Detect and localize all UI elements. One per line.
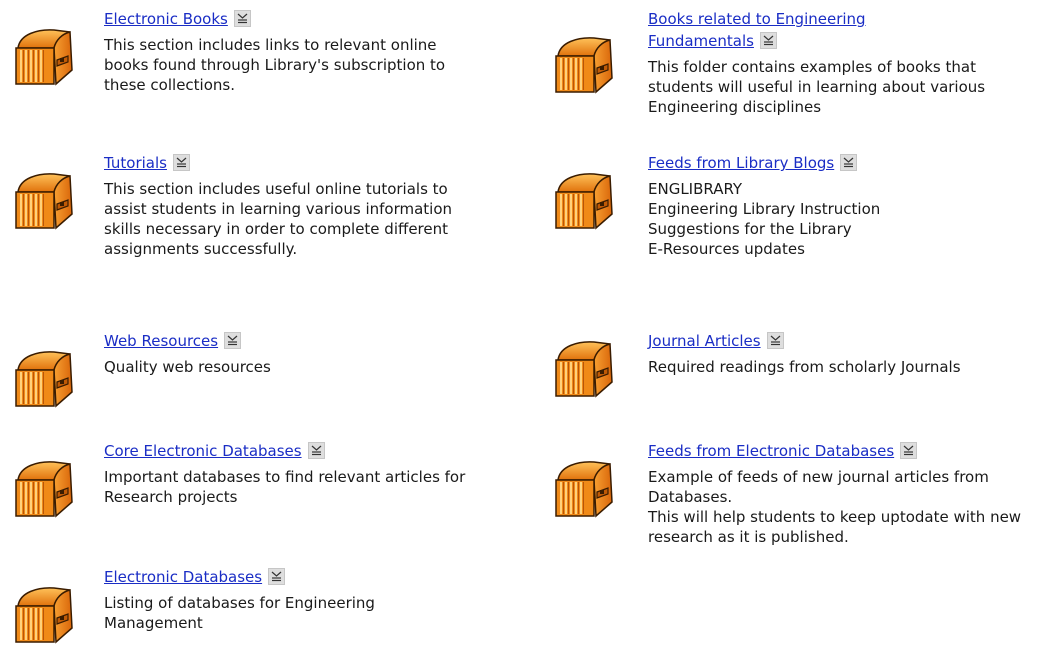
folder-title-link[interactable]: Tutorials <box>104 154 167 172</box>
folder-title-link[interactable]: Electronic Books <box>104 10 228 28</box>
folder-text: Core Electronic Databases Important data… <box>104 440 470 507</box>
treasure-chest-folder-icon[interactable] <box>10 170 74 232</box>
folder-description: Example of feeds of new journal articles… <box>648 467 1058 547</box>
description-line: This will help students to keep uptodate… <box>648 508 1022 546</box>
treasure-chest-folder-icon[interactable] <box>550 34 614 96</box>
blog-feed-entry: Suggestions for the Library <box>648 220 852 238</box>
folder-text: Tutorials This section includes useful o… <box>104 152 470 259</box>
treasure-chest-folder-icon[interactable] <box>10 458 74 520</box>
action-menu-icon[interactable] <box>233 10 251 27</box>
folder-text: Web Resources Quality web resources <box>104 330 470 377</box>
folder-text: Books related to Engineering Fundamental… <box>648 8 985 117</box>
folder-text: Feeds from Library Blogs ENGLIBRARY Engi… <box>648 152 990 259</box>
folder-description: This section includes links to relevant … <box>104 36 446 94</box>
treasure-chest-folder-icon[interactable] <box>550 170 614 232</box>
folder-text: Journal Articles Required readings from … <box>648 330 990 377</box>
blog-feed-entry: E-Resources updates <box>648 240 805 258</box>
folder-title-link[interactable]: Electronic Databases <box>104 568 262 586</box>
folder-text: Electronic Books This section includes l… <box>104 8 470 95</box>
treasure-chest-folder-icon[interactable] <box>10 584 74 646</box>
folder-title-link[interactable]: Core Electronic Databases <box>104 442 302 460</box>
folder-description: Important databases to find relevant art… <box>104 468 466 506</box>
folder-description: This folder contains examples of books t… <box>648 58 986 116</box>
folder-title-link[interactable]: Feeds from Library Blogs <box>648 154 834 172</box>
action-menu-icon[interactable] <box>759 32 777 49</box>
action-menu-icon[interactable] <box>766 332 784 349</box>
treasure-chest-folder-icon[interactable] <box>550 338 614 400</box>
folder-text: Feeds from Electronic Databases Example … <box>648 440 1058 547</box>
folder-title-link[interactable]: Feeds from Electronic Databases <box>648 442 894 460</box>
treasure-chest-folder-icon[interactable] <box>10 348 74 410</box>
action-menu-icon[interactable] <box>840 154 858 171</box>
action-menu-icon[interactable] <box>172 154 190 171</box>
action-menu-icon[interactable] <box>224 332 242 349</box>
blog-feed-entry: Engineering Library Instruction <box>648 200 881 218</box>
folder-text: Electronic Databases Listing of database… <box>104 566 470 633</box>
treasure-chest-folder-icon[interactable] <box>10 26 74 88</box>
action-menu-icon[interactable] <box>268 568 286 585</box>
action-menu-icon[interactable] <box>307 442 325 459</box>
blog-feed-entry: ENGLIBRARY <box>648 180 743 198</box>
folder-title-link[interactable]: Books related to Engineering Fundamental… <box>648 10 866 50</box>
folder-description: ENGLIBRARY Engineering Library Instructi… <box>648 179 990 259</box>
action-menu-icon[interactable] <box>900 442 918 459</box>
treasure-chest-folder-icon[interactable] <box>550 458 614 520</box>
folder-description: Quality web resources <box>104 358 271 376</box>
folder-description: Required readings from scholarly Journal… <box>648 358 961 376</box>
folder-title-link[interactable]: Web Resources <box>104 332 218 350</box>
folder-title-link[interactable]: Journal Articles <box>648 332 761 350</box>
folder-description: Listing of databases for Engineering Man… <box>104 594 375 632</box>
folder-description: This section includes useful online tuto… <box>104 180 453 258</box>
description-line: Example of feeds of new journal articles… <box>648 468 989 506</box>
